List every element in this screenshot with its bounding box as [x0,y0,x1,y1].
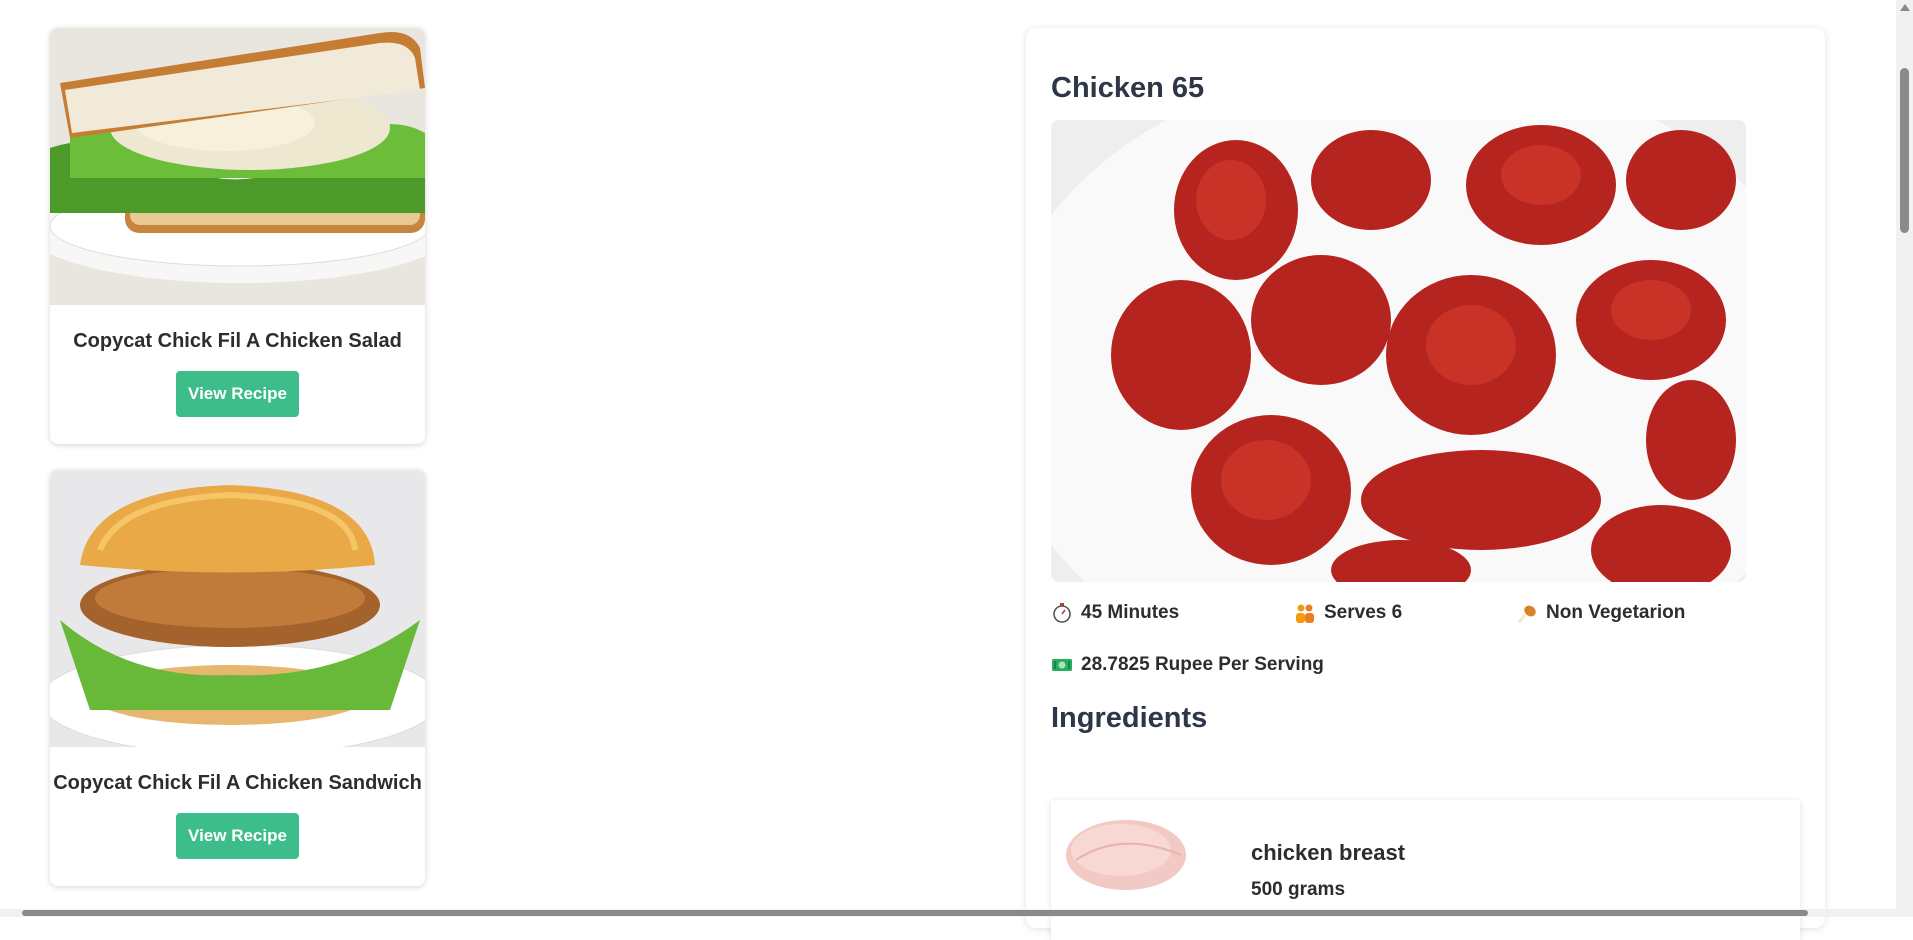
horizontal-scroll-thumb[interactable] [22,910,1808,916]
recipe-image-chicken-sandwich [50,470,425,747]
recipe-card: Copycat Chick Fil A Chicken Sandwich Vie… [50,470,425,886]
people-icon [1296,604,1314,623]
cost-per-serving: 28.7825 Rupee Per Serving [1051,654,1324,676]
recipe-hero-image [1051,120,1746,582]
recipe-title: Copycat Chick Fil A Chicken Sandwich [53,772,422,794]
ingredient-amount: 500 grams [1251,879,1346,900]
vertical-scroll-thumb[interactable] [1900,68,1909,233]
drumstick-icon [1518,605,1536,623]
cook-time-text: 45 Minutes [1081,602,1180,623]
cook-time: 45 Minutes [1051,602,1179,624]
ingredient-item: chicken breast 500 grams [1051,800,1800,940]
recipe-image-chicken-salad [50,28,425,305]
vertical-scrollbar[interactable] [1896,0,1913,917]
recipe-title: Copycat Chick Fil A Chicken Salad [73,330,402,352]
diet-type: Non Vegetarion [1516,602,1685,624]
ingredients-heading: Ingredients [1051,702,1208,734]
ingredient-name: chicken breast [1251,840,1406,865]
view-recipe-button[interactable]: View Recipe [176,813,299,859]
recipe-card: Copycat Chick Fil A Chicken Salad View R… [50,28,425,444]
recipe-detail-panel: Chicken 65 45 Minutes Serves 6 Non Veget… [1026,28,1825,940]
ingredient-image-chicken-breast [1066,820,1186,890]
stopwatch-icon [1053,603,1071,623]
cost-text: 28.7825 Rupee Per Serving [1081,654,1324,675]
diet-type-text: Non Vegetarion [1546,602,1686,623]
horizontal-scrollbar[interactable] [0,909,1896,917]
servings: Serves 6 [1294,602,1402,624]
money-icon [1052,659,1072,671]
scroll-up-arrow-icon[interactable] [1900,4,1910,11]
servings-text: Serves 6 [1324,602,1403,623]
recipe-detail-title: Chicken 65 [1051,72,1205,104]
view-recipe-button[interactable]: View Recipe [176,371,299,417]
